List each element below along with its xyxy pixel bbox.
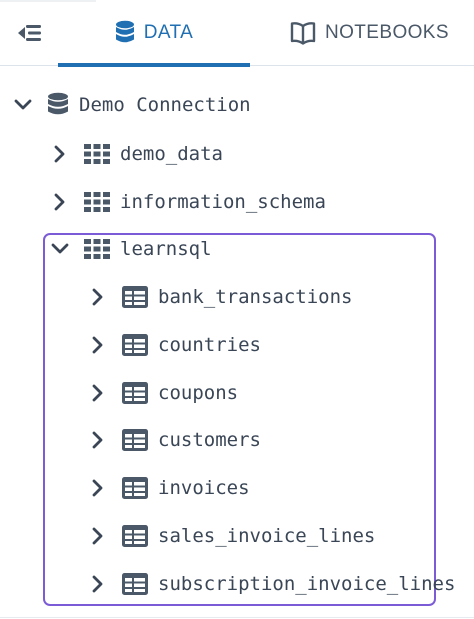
- tree-item-label: sales_invoice_lines: [158, 525, 376, 547]
- table-icon: [122, 477, 148, 499]
- tree-item-table-subscription-invoice-lines[interactable]: subscription_invoice_lines: [88, 564, 455, 604]
- database-icon: [47, 92, 69, 118]
- chevron-right-icon: [50, 144, 70, 164]
- chevron-right-icon: [88, 574, 108, 594]
- table-icon: [122, 525, 148, 547]
- table-icon: [122, 573, 148, 595]
- tree-item-table-bank-transactions[interactable]: bank_transactions: [88, 277, 352, 317]
- table-icon: [122, 286, 148, 308]
- tree-item-label: invoices: [158, 477, 250, 499]
- table-icon: [122, 382, 148, 404]
- table-icon: [122, 334, 148, 356]
- tree-item-table-sales-invoice-lines[interactable]: sales_invoice_lines: [88, 516, 375, 556]
- collapse-menu-icon: [18, 25, 41, 41]
- tab-notebooks-label: NOTEBOOKS: [325, 22, 449, 43]
- database-icon: [115, 20, 135, 46]
- data-explorer-panel: DATA NOTEBOOKS Demo Connection demo_data…: [0, 0, 474, 619]
- chevron-down-icon: [50, 239, 70, 259]
- schema-grid-icon: [84, 192, 110, 212]
- bottom-divider: [0, 617, 474, 618]
- panel-header: DATA NOTEBOOKS: [0, 0, 474, 67]
- chevron-right-icon: [88, 287, 108, 307]
- tree-item-label: bank_transactions: [158, 286, 353, 308]
- chevron-right-icon: [88, 526, 108, 546]
- tree-item-table-customers[interactable]: customers: [88, 420, 261, 460]
- tree-item-label: customers: [158, 429, 261, 451]
- tree-item-table-coupons[interactable]: coupons: [88, 373, 238, 413]
- tree-item-label: coupons: [158, 382, 239, 404]
- chevron-right-icon: [50, 192, 70, 212]
- collapse-sidebar-button[interactable]: [0, 0, 58, 66]
- schema-grid-icon: [84, 239, 110, 259]
- tree-item-table-invoices[interactable]: invoices: [88, 468, 250, 508]
- schema-grid-icon: [84, 144, 110, 164]
- tree-item-label: learnsql: [120, 238, 212, 260]
- tab-notebooks[interactable]: NOTEBOOKS: [290, 0, 474, 66]
- active-tab-indicator: [58, 63, 250, 67]
- tab-data-label: DATA: [143, 22, 194, 43]
- tree-item-connection[interactable]: Demo Connection: [13, 85, 251, 125]
- tree-item-label: countries: [158, 334, 261, 356]
- chevron-right-icon: [88, 478, 108, 498]
- book-icon: [290, 21, 316, 45]
- chevron-right-icon: [88, 383, 108, 403]
- table-icon: [122, 429, 148, 451]
- tree-item-schema-learnsql[interactable]: learnsql: [50, 229, 212, 269]
- tree-item-label: demo_data: [120, 143, 223, 165]
- tree-item-table-countries[interactable]: countries: [88, 325, 261, 365]
- tree-item-label: Demo Connection: [79, 94, 251, 116]
- chevron-down-icon: [13, 95, 33, 115]
- tree-item-schema-information-schema[interactable]: information_schema: [50, 182, 326, 222]
- tab-data[interactable]: DATA: [58, 0, 250, 67]
- tree-item-label: information_schema: [120, 191, 326, 213]
- tree-item-label: subscription_invoice_lines: [158, 573, 456, 595]
- tree-item-schema-demo-data[interactable]: demo_data: [50, 134, 223, 174]
- chevron-right-icon: [88, 335, 108, 355]
- chevron-right-icon: [88, 430, 108, 450]
